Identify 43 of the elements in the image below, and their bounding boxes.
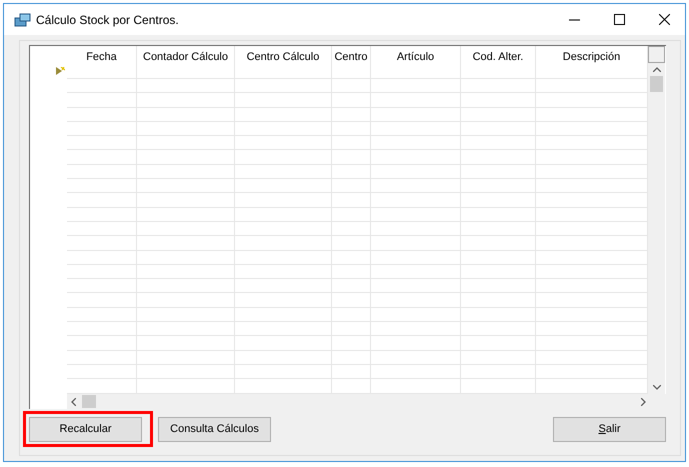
grid-row[interactable] [67,250,648,265]
window-title: Cálculo Stock por Centros. [36,12,179,28]
column-header[interactable]: Artículo [371,46,461,78]
grid-row[interactable] [67,79,648,94]
new-row-icon [56,67,65,75]
close-icon[interactable] [659,14,670,25]
maximize-icon[interactable] [614,14,625,25]
corner-box [648,46,665,63]
grid-row[interactable] [67,193,648,208]
grid-row[interactable] [67,322,648,336]
grid-row[interactable] [67,136,648,150]
grid-row[interactable] [67,93,648,108]
grid-row[interactable] [67,308,648,322]
grid-row[interactable] [67,264,648,280]
grid-row[interactable] [67,293,648,308]
grid-row[interactable] [67,150,648,165]
action-button[interactable]: Consulta Cálculos [158,416,271,442]
column-header[interactable]: Centro Cálculo [235,46,332,78]
vertical-scrollbar[interactable] [648,46,665,394]
scroll-thumb[interactable] [650,76,663,92]
column-header[interactable]: Cod. Alter. [461,46,536,78]
grid-row[interactable] [67,364,648,380]
grid-row[interactable] [67,179,648,194]
column-header[interactable]: Centro [332,46,371,78]
grid-row[interactable] [67,279,648,294]
scroll-down-icon[interactable] [652,385,660,390]
grid-row[interactable] [67,208,648,222]
scroll-up-icon[interactable] [652,67,660,72]
scroll-left-icon[interactable] [70,398,76,406]
action-button[interactable]: Recalcular [29,416,142,442]
app-icon [14,12,32,28]
grid-row[interactable] [67,222,648,236]
action-button[interactable]: Salir [553,416,666,442]
scroll-right-icon[interactable] [641,398,646,406]
column-header[interactable]: Contador Cálculo [137,46,235,78]
grid-row[interactable] [67,350,648,365]
grid-row[interactable] [67,164,648,180]
column-header[interactable]: Fecha [67,46,137,78]
grid-row[interactable] [67,122,648,136]
grid-row[interactable] [67,108,648,122]
grid-row[interactable] [67,236,648,251]
scroll-thumb[interactable] [82,395,96,408]
grid-row[interactable] [67,336,648,351]
